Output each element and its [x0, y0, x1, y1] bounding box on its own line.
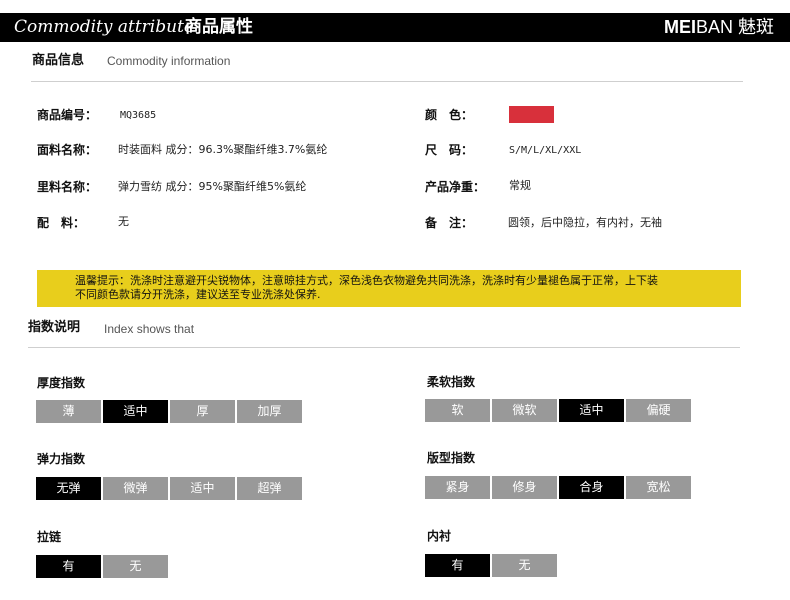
attr-value-weight: 常规: [509, 179, 531, 192]
attr-label-lining: 里料名称：: [37, 180, 98, 194]
scale-option: 超弹: [237, 477, 302, 500]
scale-option: 无弹: [36, 477, 101, 500]
attr-label-sku: 商品编号：: [37, 108, 98, 122]
attr-label-color: 颜 色：: [425, 108, 474, 122]
attr-value-size: S/M/L/XL/XXL: [509, 145, 582, 156]
attr-label-size: 尺 码：: [425, 143, 474, 157]
color-swatch: [509, 106, 554, 123]
scale-option: 合身: [559, 476, 624, 499]
index-title-fit: 版型指数: [427, 451, 476, 465]
header-bar: Commodity attribute 商品属性 MEIBAN 魅斑: [0, 13, 790, 42]
attr-label-notes: 备 注：: [425, 216, 474, 230]
scale-option: 有: [425, 554, 490, 577]
scale-softness: 软 微软 适中 偏硬: [425, 399, 691, 422]
attr-value-sku: MQ3685: [120, 110, 157, 121]
index-title-zipper: 拉链: [37, 530, 62, 544]
brand-logo: MEIBAN 魅斑: [663, 17, 774, 37]
care-notice-line-2: 不同颜色款请分开洗涤，建议送至专业洗涤处保养.: [75, 288, 321, 301]
info-section-subtitle: Commodity information: [107, 54, 231, 68]
scale-option: 软: [425, 399, 490, 422]
scale-option: 紧身: [425, 476, 490, 499]
index-title-lining: 内衬: [427, 529, 452, 543]
scale-option: 微弹: [103, 477, 168, 500]
scale-option: 适中: [103, 400, 168, 423]
index-section-subtitle: Index shows that: [104, 322, 195, 336]
index-divider: [28, 347, 740, 348]
scale-option: 无: [492, 554, 557, 577]
index-title-softness: 柔软指数: [427, 375, 476, 389]
scale-option: 宽松: [626, 476, 691, 499]
scale-option: 有: [36, 555, 101, 578]
scale-lining: 有 无: [425, 554, 557, 577]
index-section-title: 指数说明: [28, 320, 81, 335]
scale-fit: 紧身 修身 合身 宽松: [425, 476, 691, 499]
attr-value-accessories: 无: [118, 215, 129, 228]
care-notice: 温馨提示：洗涤时注意避开尖锐物体，注意晾挂方式，深色浅色衣物避免共同洗涤，洗涤时…: [37, 270, 741, 307]
header-title-cn: 商品属性: [185, 17, 253, 37]
index-title-elasticity: 弹力指数: [37, 452, 86, 466]
scale-zipper: 有 无: [36, 555, 168, 578]
scale-option: 偏硬: [626, 399, 691, 422]
scale-option: 无: [103, 555, 168, 578]
attr-label-weight: 产品净重：: [425, 180, 486, 194]
scale-option: 薄: [36, 400, 101, 423]
scale-elasticity: 无弹 微弹 适中 超弹: [36, 477, 302, 500]
index-title-thickness: 厚度指数: [37, 376, 86, 390]
scale-thickness: 薄 适中 厚 加厚: [36, 400, 302, 423]
attr-value-notes: 圆领，后中隐拉，有内衬，无袖: [508, 216, 662, 229]
scale-option: 修身: [492, 476, 557, 499]
attr-label-accessories: 配 料：: [37, 216, 86, 230]
scale-option: 加厚: [237, 400, 302, 423]
info-divider: [31, 81, 743, 82]
header-title-en: Commodity attribute: [14, 17, 194, 37]
scale-option: 微软: [492, 399, 557, 422]
info-section-title: 商品信息: [32, 53, 85, 68]
attr-value-fabric: 时装面料 成分：96.3%聚酯纤维3.7%氨纶: [118, 143, 328, 156]
scale-option: 适中: [559, 399, 624, 422]
scale-option: 厚: [170, 400, 235, 423]
attr-value-lining: 弹力雪纺 成分：95%聚酯纤维5%氨纶: [118, 180, 307, 193]
care-notice-line-1: 温馨提示：洗涤时注意避开尖锐物体，注意晾挂方式，深色浅色衣物避免共同洗涤，洗涤时…: [75, 274, 658, 287]
scale-option: 适中: [170, 477, 235, 500]
attr-label-fabric: 面料名称：: [37, 143, 98, 157]
